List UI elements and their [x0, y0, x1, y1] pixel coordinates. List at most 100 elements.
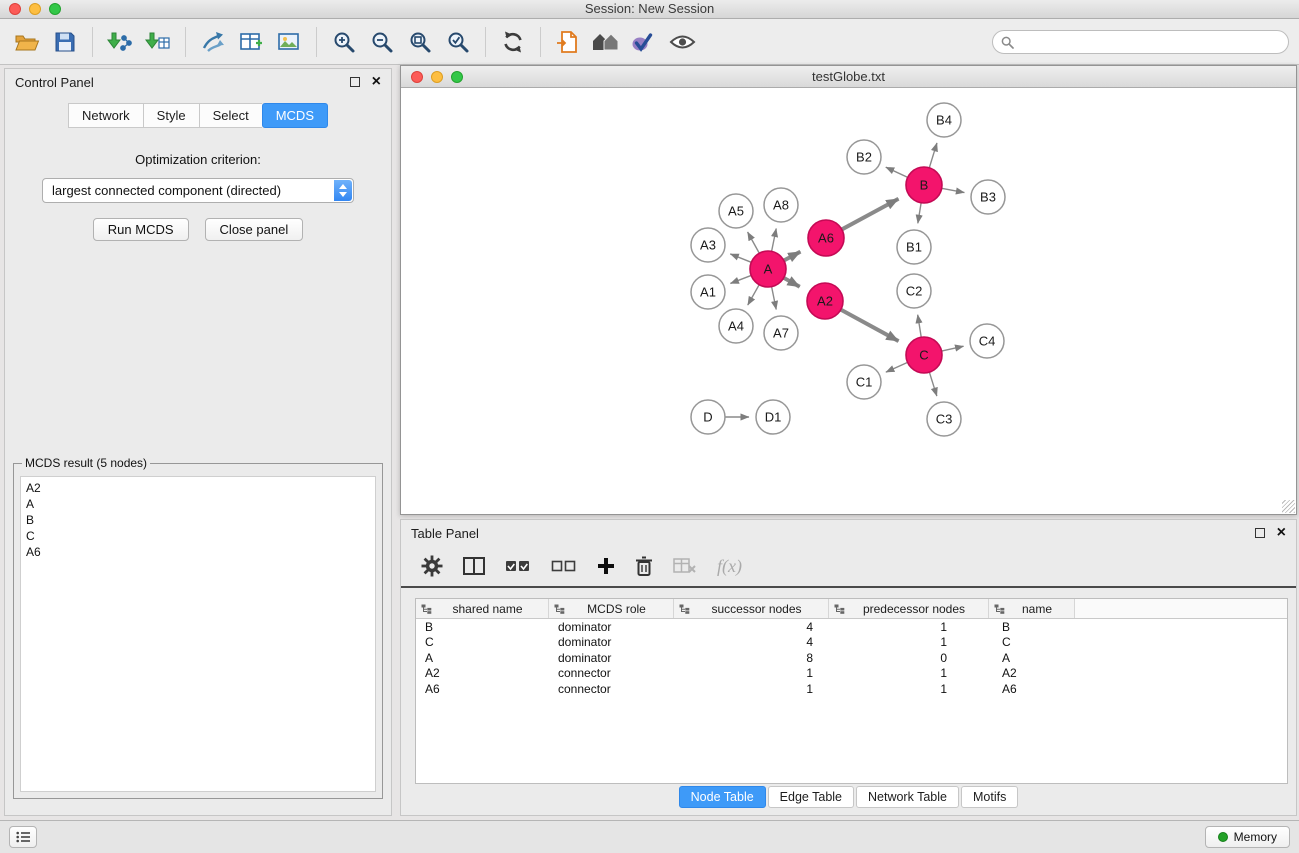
- graph-edge-B-B4[interactable]: [929, 143, 937, 168]
- graph-edge-B-B1[interactable]: [918, 203, 921, 224]
- close-panel-icon[interactable]: ×: [1277, 527, 1286, 539]
- graph-edge-A-A2[interactable]: [784, 278, 800, 287]
- graph-edge-A-A1[interactable]: [730, 275, 751, 283]
- tab-style[interactable]: Style: [143, 103, 199, 128]
- float-panel-icon[interactable]: [1255, 528, 1265, 538]
- column-header-mcds-role[interactable]: MCDS role: [549, 599, 674, 618]
- table-row[interactable]: A6connector11A6: [416, 681, 1287, 697]
- import-table-from-file-button[interactable]: [139, 24, 177, 60]
- delete-row-button[interactable]: [635, 556, 653, 576]
- graph-edge-C-C4[interactable]: [942, 346, 964, 351]
- graph-edge-C-C2[interactable]: [918, 315, 922, 338]
- table-cell: A6: [989, 682, 1075, 696]
- table-cell: A: [416, 651, 549, 665]
- column-header-predecessor-nodes[interactable]: predecessor nodes: [829, 599, 989, 618]
- zoom-window-button[interactable]: [49, 3, 61, 15]
- graph-edge-A-A5[interactable]: [748, 232, 760, 253]
- result-item[interactable]: A2: [26, 480, 370, 496]
- table-row[interactable]: Adominator80A: [416, 650, 1287, 666]
- save-session-button[interactable]: [46, 24, 84, 60]
- refresh-view-button[interactable]: [494, 24, 532, 60]
- graph-edge-C-C1[interactable]: [886, 362, 908, 372]
- column-header-name[interactable]: name: [989, 599, 1075, 618]
- table-cell: 1: [829, 635, 989, 649]
- select-all-button[interactable]: [505, 559, 531, 573]
- table-row[interactable]: A2connector11A2: [416, 666, 1287, 682]
- result-item[interactable]: C: [26, 528, 370, 544]
- resize-handle[interactable]: [1282, 500, 1295, 513]
- graph-edge-A-A4[interactable]: [748, 285, 759, 305]
- result-item[interactable]: A6: [26, 544, 370, 560]
- graph-edge-A6-B[interactable]: [842, 199, 899, 230]
- tab-select[interactable]: Select: [199, 103, 262, 128]
- validate-button[interactable]: [625, 24, 663, 60]
- delete-table-button[interactable]: [673, 557, 697, 575]
- network-minimize-button[interactable]: [431, 71, 443, 83]
- graph-edge-A2-C[interactable]: [841, 310, 899, 341]
- graph-edge-A-A3[interactable]: [730, 254, 751, 262]
- new-network-button[interactable]: [194, 24, 232, 60]
- graph-node-label: B4: [936, 113, 952, 128]
- tab-mcds[interactable]: MCDS: [262, 103, 328, 128]
- zoom-out-button[interactable]: [363, 24, 401, 60]
- zoom-selected-button[interactable]: [439, 24, 477, 60]
- graph-node-label: D1: [765, 410, 782, 425]
- graph-node-label: A8: [773, 198, 789, 213]
- table-settings-button[interactable]: [421, 555, 443, 577]
- deselect-all-button[interactable]: [551, 559, 577, 573]
- graph-edge-B-B3[interactable]: [942, 188, 965, 192]
- tab-motifs[interactable]: Motifs: [961, 786, 1018, 808]
- show-hide-button[interactable]: [663, 24, 701, 60]
- graph-node-label: A: [764, 262, 773, 277]
- tab-edge-table[interactable]: Edge Table: [768, 786, 854, 808]
- column-header-successor-nodes[interactable]: successor nodes: [674, 599, 829, 618]
- table-panel-header: Table Panel ×: [401, 520, 1296, 546]
- optimization-criterion-select[interactable]: largest connected component (directed): [42, 178, 354, 203]
- import-network-from-file-button[interactable]: [101, 24, 139, 60]
- open-session-button[interactable]: [8, 24, 46, 60]
- new-table-button[interactable]: [232, 24, 270, 60]
- add-row-button[interactable]: [597, 557, 615, 575]
- show-column-button[interactable]: [463, 557, 485, 575]
- memory-button[interactable]: Memory: [1205, 826, 1290, 848]
- table-cell: A6: [416, 682, 549, 696]
- graph-edge-A-A6[interactable]: [784, 252, 801, 261]
- result-item[interactable]: B: [26, 512, 370, 528]
- network-close-button[interactable]: [411, 71, 423, 83]
- mcds-result-list[interactable]: A2ABCA6: [20, 476, 376, 792]
- network-graph[interactable]: B4B2BB3A5A8A6A3B1AA1C2A2A4A7CC4C1C3DD1: [401, 88, 1296, 516]
- export-image-button[interactable]: [270, 24, 308, 60]
- table-cell: connector: [549, 682, 674, 696]
- open-file-button[interactable]: [549, 24, 587, 60]
- close-panel-button[interactable]: Close panel: [205, 218, 304, 241]
- column-header-shared-name[interactable]: shared name: [416, 599, 549, 618]
- table-row[interactable]: Cdominator41C: [416, 635, 1287, 651]
- float-panel-icon[interactable]: [350, 77, 360, 87]
- tab-node-table[interactable]: Node Table: [679, 786, 766, 808]
- table-cell: B: [989, 620, 1075, 634]
- network-canvas[interactable]: B4B2BB3A5A8A6A3B1AA1C2A2A4A7CC4C1C3DD1: [401, 88, 1296, 514]
- sort-icon: [421, 604, 432, 614]
- graph-edge-C-C3[interactable]: [929, 372, 936, 396]
- table-toolbar: f(x): [401, 546, 1296, 588]
- zoom-fit-button[interactable]: [401, 24, 439, 60]
- table-row[interactable]: Bdominator41B: [416, 619, 1287, 635]
- toolbar-search[interactable]: [992, 30, 1289, 54]
- home-button[interactable]: [587, 24, 625, 60]
- result-item[interactable]: A: [26, 496, 370, 512]
- search-input[interactable]: [1019, 35, 1288, 49]
- close-panel-icon[interactable]: ×: [372, 76, 381, 88]
- function-builder-button[interactable]: f(x): [717, 556, 742, 577]
- graph-node-label: A3: [700, 238, 716, 253]
- network-zoom-button[interactable]: [451, 71, 463, 83]
- graph-edge-A-A8[interactable]: [772, 229, 777, 252]
- zoom-in-button[interactable]: [325, 24, 363, 60]
- tab-network[interactable]: Network: [68, 103, 143, 128]
- graph-edge-B-B2[interactable]: [886, 167, 908, 177]
- tab-network-table[interactable]: Network Table: [856, 786, 959, 808]
- graph-edge-A-A7[interactable]: [772, 287, 777, 310]
- close-window-button[interactable]: [9, 3, 21, 15]
- show-panels-button[interactable]: [9, 826, 37, 848]
- run-mcds-button[interactable]: Run MCDS: [93, 218, 189, 241]
- minimize-window-button[interactable]: [29, 3, 41, 15]
